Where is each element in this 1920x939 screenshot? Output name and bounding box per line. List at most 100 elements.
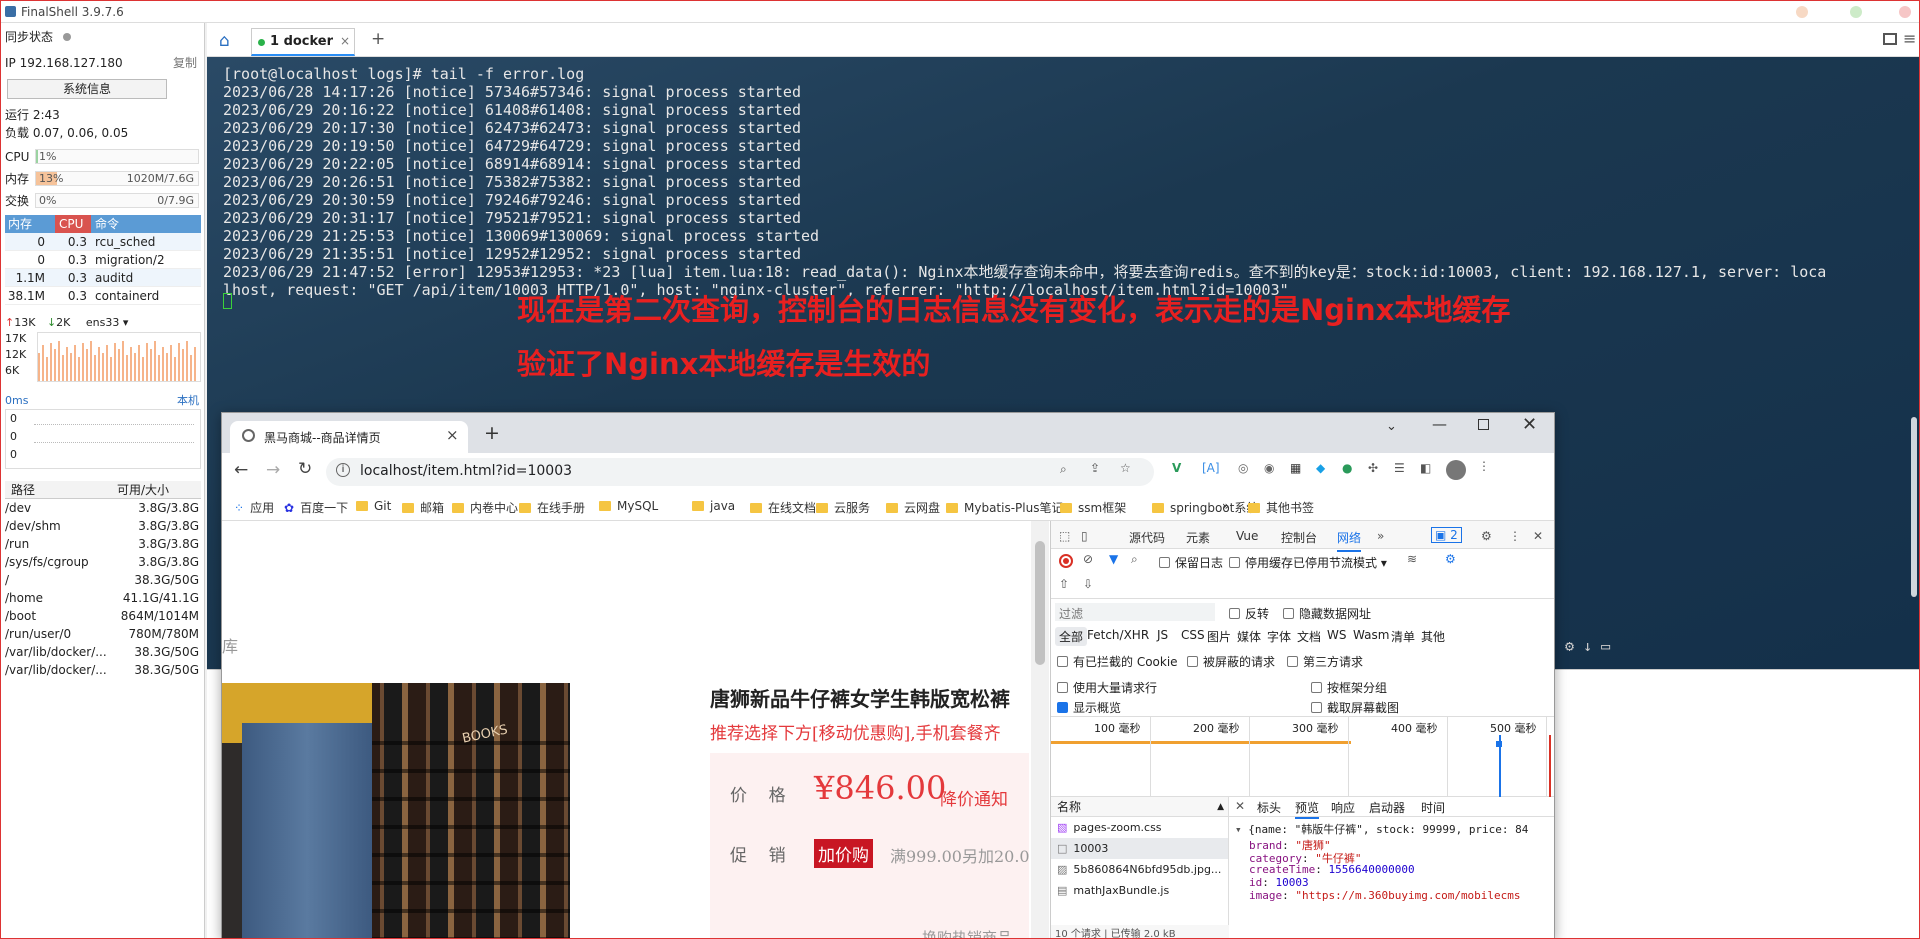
type-filter-11[interactable]: 其他 <box>1417 627 1449 646</box>
maximize-icon[interactable] <box>1478 419 1489 430</box>
disk-row[interactable]: / 38.3G/50G <box>5 571 201 589</box>
tab-search-icon[interactable]: ⌄ <box>1386 419 1397 434</box>
layout-grid-icon[interactable] <box>1883 33 1897 45</box>
more-tabs-icon[interactable]: » <box>1377 529 1384 543</box>
group-frame-checkbox[interactable]: 按框架分组 <box>1311 679 1387 696</box>
devtools-close-icon[interactable]: ✕ <box>1533 529 1543 543</box>
detail-tab-1[interactable]: 预览 <box>1295 799 1320 819</box>
bookmark-item[interactable]: 在线手册 <box>519 499 585 516</box>
page-scrollbar[interactable] <box>1031 521 1049 938</box>
translate-icon[interactable]: [A] <box>1202 461 1220 475</box>
extension-icon-3[interactable]: ▦ <box>1290 461 1301 475</box>
tab-console[interactable]: 控制台 <box>1281 529 1317 546</box>
bookmark-item[interactable]: springboot系统 <box>1152 499 1258 516</box>
bookmarks-overflow-icon[interactable]: » <box>1222 499 1229 513</box>
sysinfo-button[interactable]: 系统信息 <box>7 79 167 99</box>
bookmark-item[interactable]: ssm框架 <box>1060 499 1126 516</box>
invert-checkbox[interactable]: 反转 <box>1229 605 1269 622</box>
search-icon[interactable]: ⌕ <box>1131 552 1138 567</box>
zoom-icon[interactable]: ⌕ <box>1060 462 1067 477</box>
type-filter-4[interactable]: 图片 <box>1203 627 1235 646</box>
star-icon[interactable]: ☆ <box>1120 461 1131 475</box>
disk-row[interactable]: /run 3.8G/3.8G <box>5 535 201 553</box>
blocked-requests-checkbox[interactable]: 被屏蔽的请求 <box>1187 653 1275 670</box>
third-party-checkbox[interactable]: 第三方请求 <box>1287 653 1363 670</box>
extension-icon-1[interactable]: ◎ <box>1238 461 1248 475</box>
new-tab-button[interactable]: + <box>484 422 500 444</box>
net-iface-select[interactable]: ens33 <box>86 316 119 329</box>
bookmark-item[interactable]: ✿ 百度一下 <box>284 499 348 516</box>
disk-row[interactable]: /boot 864M/1014M <box>5 607 201 625</box>
extension-icon-5[interactable]: ● <box>1342 461 1352 475</box>
minimize-button[interactable] <box>1796 6 1808 18</box>
disable-cache-checkbox[interactable]: 停用缓存 <box>1229 554 1293 571</box>
overview-checkbox[interactable]: 显示概览 <box>1057 699 1121 716</box>
disk-row[interactable]: /home 41.1G/41.1G <box>5 589 201 607</box>
disk-row[interactable]: /dev/shm 3.8G/3.8G <box>5 517 201 535</box>
tab-elements[interactable]: 元素 <box>1186 529 1210 546</box>
disk-row[interactable]: /sys/fs/cgroup 3.8G/3.8G <box>5 553 201 571</box>
filter-input[interactable]: 过滤 <box>1055 603 1215 621</box>
col-cpu[interactable]: CPU <box>55 215 91 233</box>
process-row[interactable]: 0 0.3 rcu_sched <box>5 233 201 251</box>
request-row[interactable]: ▨ 5b860864N6bfd95db.jpg... <box>1051 859 1228 880</box>
device-toggle-icon[interactable]: ▯ <box>1081 529 1088 543</box>
bookmark-item[interactable]: ⁘ 应用 <box>234 499 274 516</box>
issues-badge[interactable]: ▣ 2 <box>1431 527 1462 543</box>
back-icon[interactable]: ← <box>234 460 248 480</box>
reading-list-icon[interactable]: ☰ <box>1394 461 1405 475</box>
devtools-more-icon[interactable]: ⋮ <box>1509 529 1521 543</box>
url-text[interactable]: localhost/item.html?id=10003 <box>360 463 572 479</box>
extension-icon-4[interactable]: ◆ <box>1316 461 1325 475</box>
menu-icon[interactable]: ≡ <box>1903 29 1916 48</box>
bookmark-item[interactable]: 云服务 <box>816 499 870 516</box>
profile-avatar[interactable] <box>1446 460 1466 480</box>
terminal-scrollbar[interactable] <box>1911 417 1917 597</box>
address-bar[interactable]: i localhost/item.html?id=10003 ⌕ ⇪ ☆ <box>326 458 1154 486</box>
bookmark-item[interactable]: 邮箱 <box>402 499 444 516</box>
forward-icon[interactable]: → <box>266 460 280 480</box>
detail-tab-4[interactable]: 时间 <box>1421 799 1445 816</box>
minimize-icon[interactable]: — <box>1432 415 1447 433</box>
promo-badge[interactable]: 加价购 <box>814 839 873 868</box>
add-tab-button[interactable]: + <box>371 29 385 49</box>
process-row[interactable]: 1.1M 0.3 auditd <box>5 269 201 287</box>
settings-gear-icon[interactable]: ⚙ <box>1481 529 1492 543</box>
close-tab-icon[interactable]: × <box>340 34 350 48</box>
name-column-header[interactable]: 名称 ▲ <box>1051 797 1228 817</box>
blocked-cookies-checkbox[interactable]: 有已拦截的 Cookie <box>1057 653 1178 670</box>
detail-tab-0[interactable]: 标头 <box>1257 799 1281 816</box>
disk-row[interactable]: /dev 3.8G/3.8G <box>5 499 201 517</box>
bookmark-item[interactable]: 云网盘 <box>886 499 940 516</box>
col-path[interactable]: 路径 <box>11 481 35 499</box>
bookmark-item[interactable]: 其他书签 <box>1248 499 1314 516</box>
browser-tab[interactable]: 黑马商城--商品详情页 × <box>230 421 468 453</box>
process-row[interactable]: 38.1M 0.3 containerd <box>5 287 201 305</box>
throttle-select[interactable]: 已停用节流模式 ▾ <box>1293 554 1387 571</box>
close-tab-icon[interactable]: × <box>446 426 459 444</box>
clear-icon[interactable]: ⊘ <box>1083 552 1093 566</box>
bookmark-item[interactable]: 内卷中心 <box>452 499 518 516</box>
detail-close-icon[interactable]: ✕ <box>1235 799 1245 813</box>
close-button[interactable] <box>1899 6 1911 18</box>
latency-host[interactable]: 本机 <box>177 393 199 409</box>
type-filter-5[interactable]: 媒体 <box>1233 627 1265 646</box>
screenshots-checkbox[interactable]: 截取屏幕截图 <box>1311 699 1399 716</box>
copy-ip-link[interactable]: 复制 <box>173 55 197 71</box>
more-menu-icon[interactable]: ⋮ <box>1478 459 1490 473</box>
filter-icon[interactable]: ▼ <box>1109 552 1118 566</box>
process-row[interactable]: 0 0.3 migration/2 <box>5 251 201 269</box>
bookmark-item[interactable]: Git <box>356 499 391 513</box>
tab-sources[interactable]: 源代码 <box>1129 529 1165 546</box>
network-overview[interactable]: 100 毫秒 200 毫秒 300 毫秒 400 毫秒 500 毫秒 <box>1051 717 1554 797</box>
vue-devtools-icon[interactable]: V <box>1172 461 1181 475</box>
import-har-icon[interactable]: ⇧ <box>1059 577 1069 591</box>
disk-row[interactable]: /var/lib/docker/... 38.3G/50G <box>5 661 201 679</box>
disk-row[interactable]: /var/lib/docker/... 38.3G/50G <box>5 643 201 661</box>
tab-vue[interactable]: Vue <box>1236 529 1258 543</box>
type-filter-8[interactable]: WS <box>1323 627 1350 643</box>
inspect-icon[interactable]: ⬚ <box>1059 529 1070 543</box>
disk-row[interactable]: /run/user/0 780M/780M <box>5 625 201 643</box>
type-filter-7[interactable]: 文档 <box>1293 627 1325 646</box>
folder-icon[interactable]: ⌂ <box>219 31 230 51</box>
